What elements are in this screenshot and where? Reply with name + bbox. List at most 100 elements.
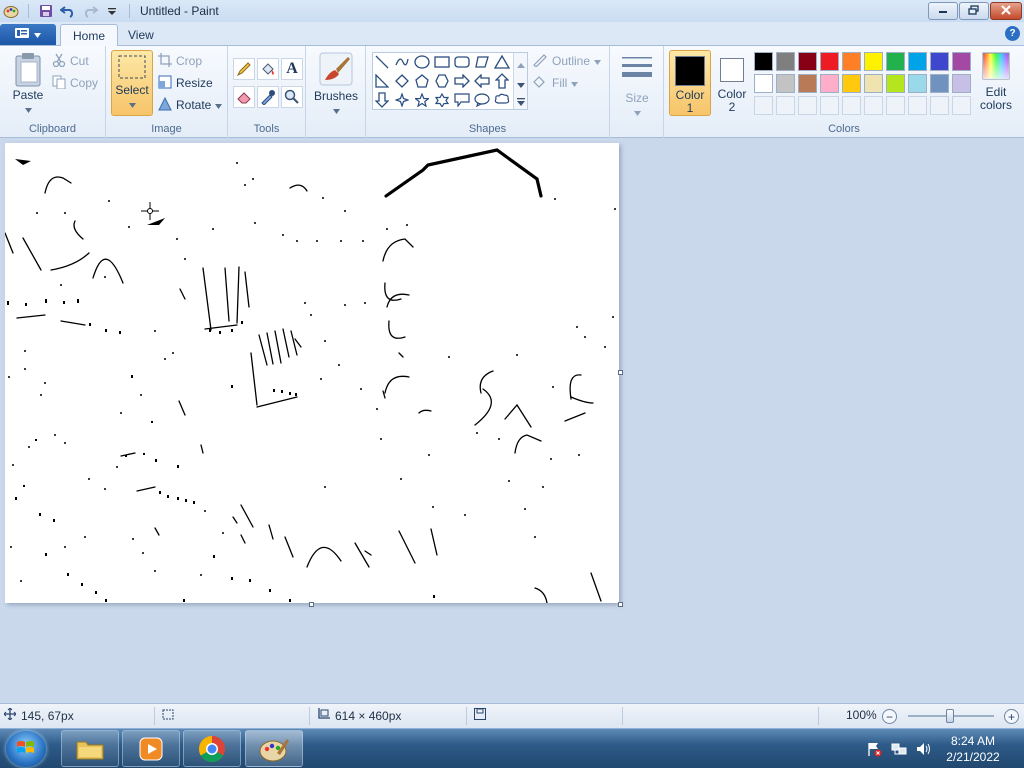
pentagon-shape-icon[interactable] [413, 72, 431, 90]
canvas-workspace[interactable] [0, 138, 1024, 703]
help-icon[interactable]: ? [1005, 26, 1020, 41]
palette-swatch[interactable] [930, 74, 949, 93]
fill-icon[interactable] [257, 58, 279, 80]
zoom-out-button[interactable]: − [882, 709, 897, 724]
windows-explorer-icon[interactable] [61, 730, 119, 767]
fill-button[interactable]: Fill [532, 73, 579, 93]
oval-callout-shape-icon[interactable] [473, 91, 491, 109]
five-point-star-shape-icon[interactable] [413, 91, 431, 109]
palette-custom-swatch[interactable] [842, 96, 861, 115]
curve-shape-icon[interactable] [393, 53, 411, 71]
palette-swatch[interactable] [952, 74, 971, 93]
palette-swatch[interactable] [754, 52, 773, 71]
zoom-slider-thumb[interactable] [946, 709, 954, 723]
right-arrow-shape-icon[interactable] [453, 72, 471, 90]
paint-menu-button[interactable] [0, 24, 56, 45]
down-arrow-shape-icon[interactable] [373, 91, 391, 109]
crop-button[interactable]: Crop [158, 51, 202, 71]
volume-icon[interactable] [915, 741, 931, 757]
canvas-resize-handle-corner[interactable] [618, 602, 623, 607]
six-point-star-shape-icon[interactable] [433, 91, 451, 109]
palette-custom-swatch[interactable] [754, 96, 773, 115]
select-button[interactable]: Select [111, 50, 153, 116]
chevron-up-icon[interactable] [517, 57, 525, 71]
palette-swatch[interactable] [886, 74, 905, 93]
hexagon-shape-icon[interactable] [433, 72, 451, 90]
palette-swatch[interactable] [842, 74, 861, 93]
palette-swatch[interactable] [886, 52, 905, 71]
drawing-canvas[interactable] [4, 143, 619, 604]
customize-dropdown-icon[interactable] [103, 2, 121, 20]
brushes-button[interactable]: Brushes [312, 52, 360, 117]
cloud-callout-shape-icon[interactable] [493, 91, 511, 109]
palette-swatch[interactable] [820, 52, 839, 71]
edit-colors-button[interactable]: Edit colors [976, 52, 1016, 112]
text-icon[interactable]: A [281, 58, 303, 80]
palette-swatch[interactable] [864, 74, 883, 93]
tab-home[interactable]: Home [60, 24, 119, 47]
palette-swatch[interactable] [842, 52, 861, 71]
rotate-button[interactable]: Rotate [158, 95, 223, 115]
canvas-resize-handle-bottom[interactable] [309, 602, 314, 607]
palette-swatch[interactable] [930, 52, 949, 71]
chevron-down-icon[interactable] [517, 77, 525, 91]
paste-button[interactable]: Paste [8, 52, 48, 116]
shapes-gallery-scroll[interactable] [513, 53, 527, 109]
line-shape-icon[interactable] [373, 53, 391, 71]
oval-shape-icon[interactable] [413, 53, 431, 71]
palette-custom-swatch[interactable] [930, 96, 949, 115]
network-icon[interactable] [891, 741, 907, 757]
cut-button[interactable]: Cut [52, 51, 89, 71]
zoom-in-button[interactable]: + [1004, 709, 1019, 724]
eraser-icon[interactable] [233, 86, 255, 108]
copy-button[interactable]: Copy [52, 73, 98, 93]
rounded-rectangle-shape-icon[interactable] [453, 53, 471, 71]
close-button[interactable] [990, 2, 1022, 20]
palette-custom-swatch[interactable] [864, 96, 883, 115]
minimize-button[interactable] [928, 2, 958, 20]
expand-gallery-icon[interactable] [517, 95, 525, 109]
canvas-resize-handle-right[interactable] [618, 370, 623, 375]
action-center-flag-icon[interactable] [866, 741, 882, 757]
palette-swatch[interactable] [754, 74, 773, 93]
palette-swatch[interactable] [908, 52, 927, 71]
right-triangle-shape-icon[interactable] [373, 72, 391, 90]
triangle-shape-icon[interactable] [493, 53, 511, 71]
palette-custom-swatch[interactable] [952, 96, 971, 115]
palette-custom-swatch[interactable] [820, 96, 839, 115]
color1-button[interactable]: Color 1 [669, 50, 711, 116]
rectangular-callout-shape-icon[interactable] [453, 91, 471, 109]
paint-app-icon[interactable] [2, 2, 20, 20]
size-button[interactable]: Size [618, 54, 656, 119]
palette-swatch[interactable] [776, 52, 795, 71]
palette-swatch[interactable] [776, 74, 795, 93]
resize-button[interactable]: Resize [158, 73, 213, 93]
outline-button[interactable]: Outline [532, 51, 602, 71]
color2-button[interactable]: Color 2 [714, 50, 750, 116]
palette-swatch[interactable] [820, 74, 839, 93]
palette-custom-swatch[interactable] [908, 96, 927, 115]
paint-icon[interactable] [245, 730, 303, 767]
palette-swatch[interactable] [798, 52, 817, 71]
system-clock[interactable]: 8:24 AM 2/21/2022 [940, 733, 1006, 765]
palette-custom-swatch[interactable] [886, 96, 905, 115]
up-arrow-shape-icon[interactable] [493, 72, 511, 90]
palette-swatch[interactable] [908, 74, 927, 93]
tab-view[interactable]: View [116, 24, 166, 46]
save-icon[interactable] [37, 2, 55, 20]
magnifier-icon[interactable] [281, 86, 303, 108]
restore-button[interactable] [959, 2, 989, 20]
palette-swatch[interactable] [864, 52, 883, 71]
left-arrow-shape-icon[interactable] [473, 72, 491, 90]
palette-custom-swatch[interactable] [776, 96, 795, 115]
start-button[interactable] [6, 731, 46, 767]
polygon-shape-icon[interactable] [473, 53, 491, 71]
four-point-star-shape-icon[interactable] [393, 91, 411, 109]
pencil-icon[interactable] [233, 58, 255, 80]
rectangle-shape-icon[interactable] [433, 53, 451, 71]
chrome-icon[interactable] [183, 730, 241, 767]
palette-swatch[interactable] [798, 74, 817, 93]
color-picker-icon[interactable] [257, 86, 279, 108]
media-player-icon[interactable] [122, 730, 180, 767]
palette-custom-swatch[interactable] [798, 96, 817, 115]
